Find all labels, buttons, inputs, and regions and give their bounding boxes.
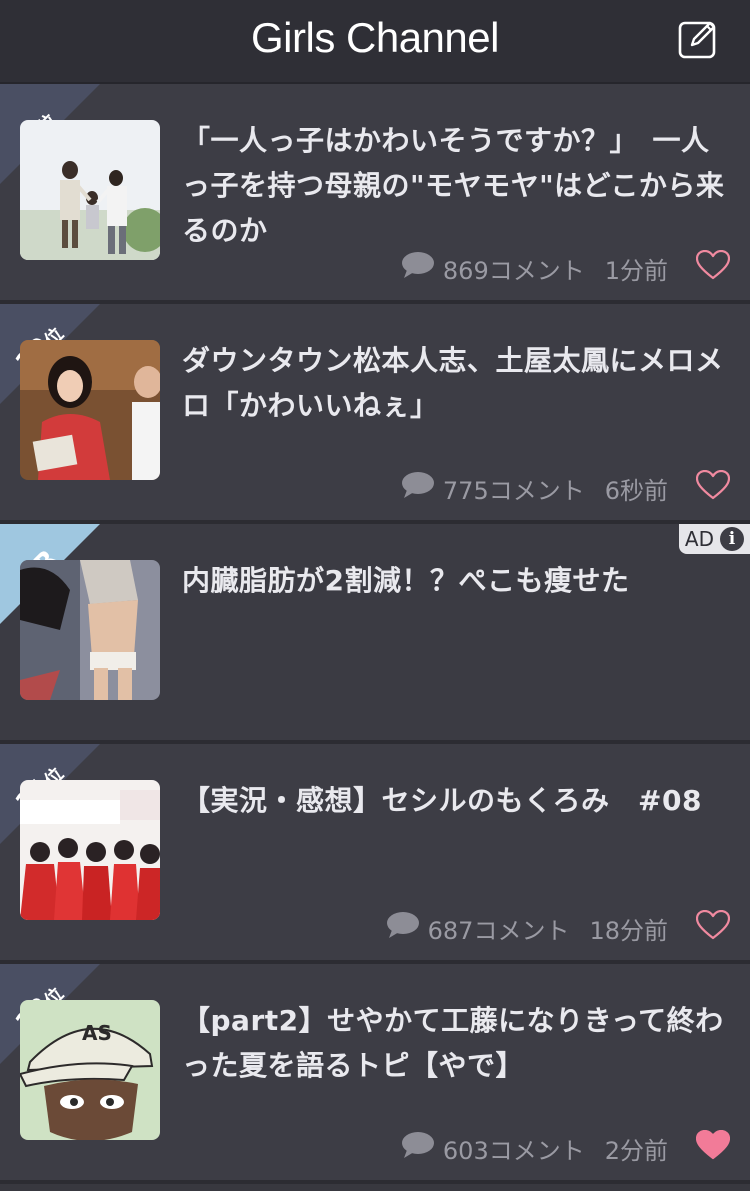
comment-icon [401, 471, 435, 505]
comment-count: 603コメント [442, 1136, 585, 1165]
heart-outline-icon[interactable] [695, 469, 731, 506]
topic-meta: 603コメント 2分前 [401, 1129, 731, 1166]
pr-item[interactable]: PR AD i 内臓脂肪が2割減！？ぺこも痩せた [0, 524, 750, 744]
ad-label: AD [684, 527, 714, 551]
ad-badge[interactable]: AD i [678, 524, 750, 554]
topic-title[interactable]: 【part2】せやかて工藤になりきって終わった夏を語るトピ【やで】 [182, 998, 730, 1088]
topic-thumbnail[interactable] [20, 780, 160, 920]
comment-count: 869コメント [442, 256, 585, 285]
topic-item[interactable]: 12位 AS 【part2】せやかて工藤になりきって終わった夏を語るトピ【やで】… [0, 964, 750, 1184]
app-header: Girls Channel [0, 0, 750, 84]
svg-text:AS: AS [82, 1021, 112, 1045]
topic-meta: 869コメント 1分前 [401, 249, 731, 286]
topic-title[interactable]: ダウンタウン松本人志、土屋太鳳にメロメロ「かわいいねぇ」 [182, 338, 730, 428]
pr-title[interactable]: 内臓脂肪が2割減！？ぺこも痩せた [182, 558, 730, 603]
heart-outline-icon[interactable] [695, 909, 731, 946]
topic-thumbnail[interactable] [20, 340, 160, 480]
app-title: Girls Channel [251, 14, 499, 61]
info-icon[interactable]: i [720, 527, 744, 551]
post-time: 6秒前 [604, 476, 668, 505]
topic-meta: 775コメント 6秒前 [401, 469, 731, 506]
comment-icon [401, 251, 435, 285]
topic-item[interactable]: 10位 ダウンタウン松本人志、土屋太鳳にメロメロ「かわいいねぇ」 775コメント… [0, 304, 750, 524]
topic-thumbnail[interactable] [20, 120, 160, 260]
comment-count: 687コメント [427, 916, 570, 945]
topic-item[interactable]: 9位 「一人っ子はかわいそうですか？」 一人っ子を持つ母親の"モ [0, 84, 750, 304]
heart-filled-icon[interactable] [695, 1129, 731, 1166]
comment-icon [401, 1131, 435, 1165]
topic-feed: 9位 「一人っ子はかわいそうですか？」 一人っ子を持つ母親の"モ [0, 84, 750, 1184]
compose-icon[interactable] [678, 19, 718, 59]
pr-thumbnail[interactable] [20, 560, 160, 700]
post-time: 2分前 [604, 1136, 668, 1165]
post-time: 1分前 [604, 256, 668, 285]
topic-meta: 687コメント 18分前 [386, 909, 731, 946]
topic-title[interactable]: 【実況・感想】セシルのもくろみ #08 [182, 778, 730, 823]
topic-title[interactable]: 「一人っ子はかわいそうですか？」 一人っ子を持つ母親の"モヤモヤ"はどこから来る… [182, 118, 730, 253]
heart-outline-icon[interactable] [695, 249, 731, 286]
comment-count: 775コメント [442, 476, 585, 505]
comment-icon [386, 911, 420, 945]
topic-thumbnail[interactable]: AS [20, 1000, 160, 1140]
post-time: 18分前 [589, 916, 668, 945]
topic-item[interactable]: 11位 【実況・感想】セシルのもくろみ #08 [0, 744, 750, 964]
